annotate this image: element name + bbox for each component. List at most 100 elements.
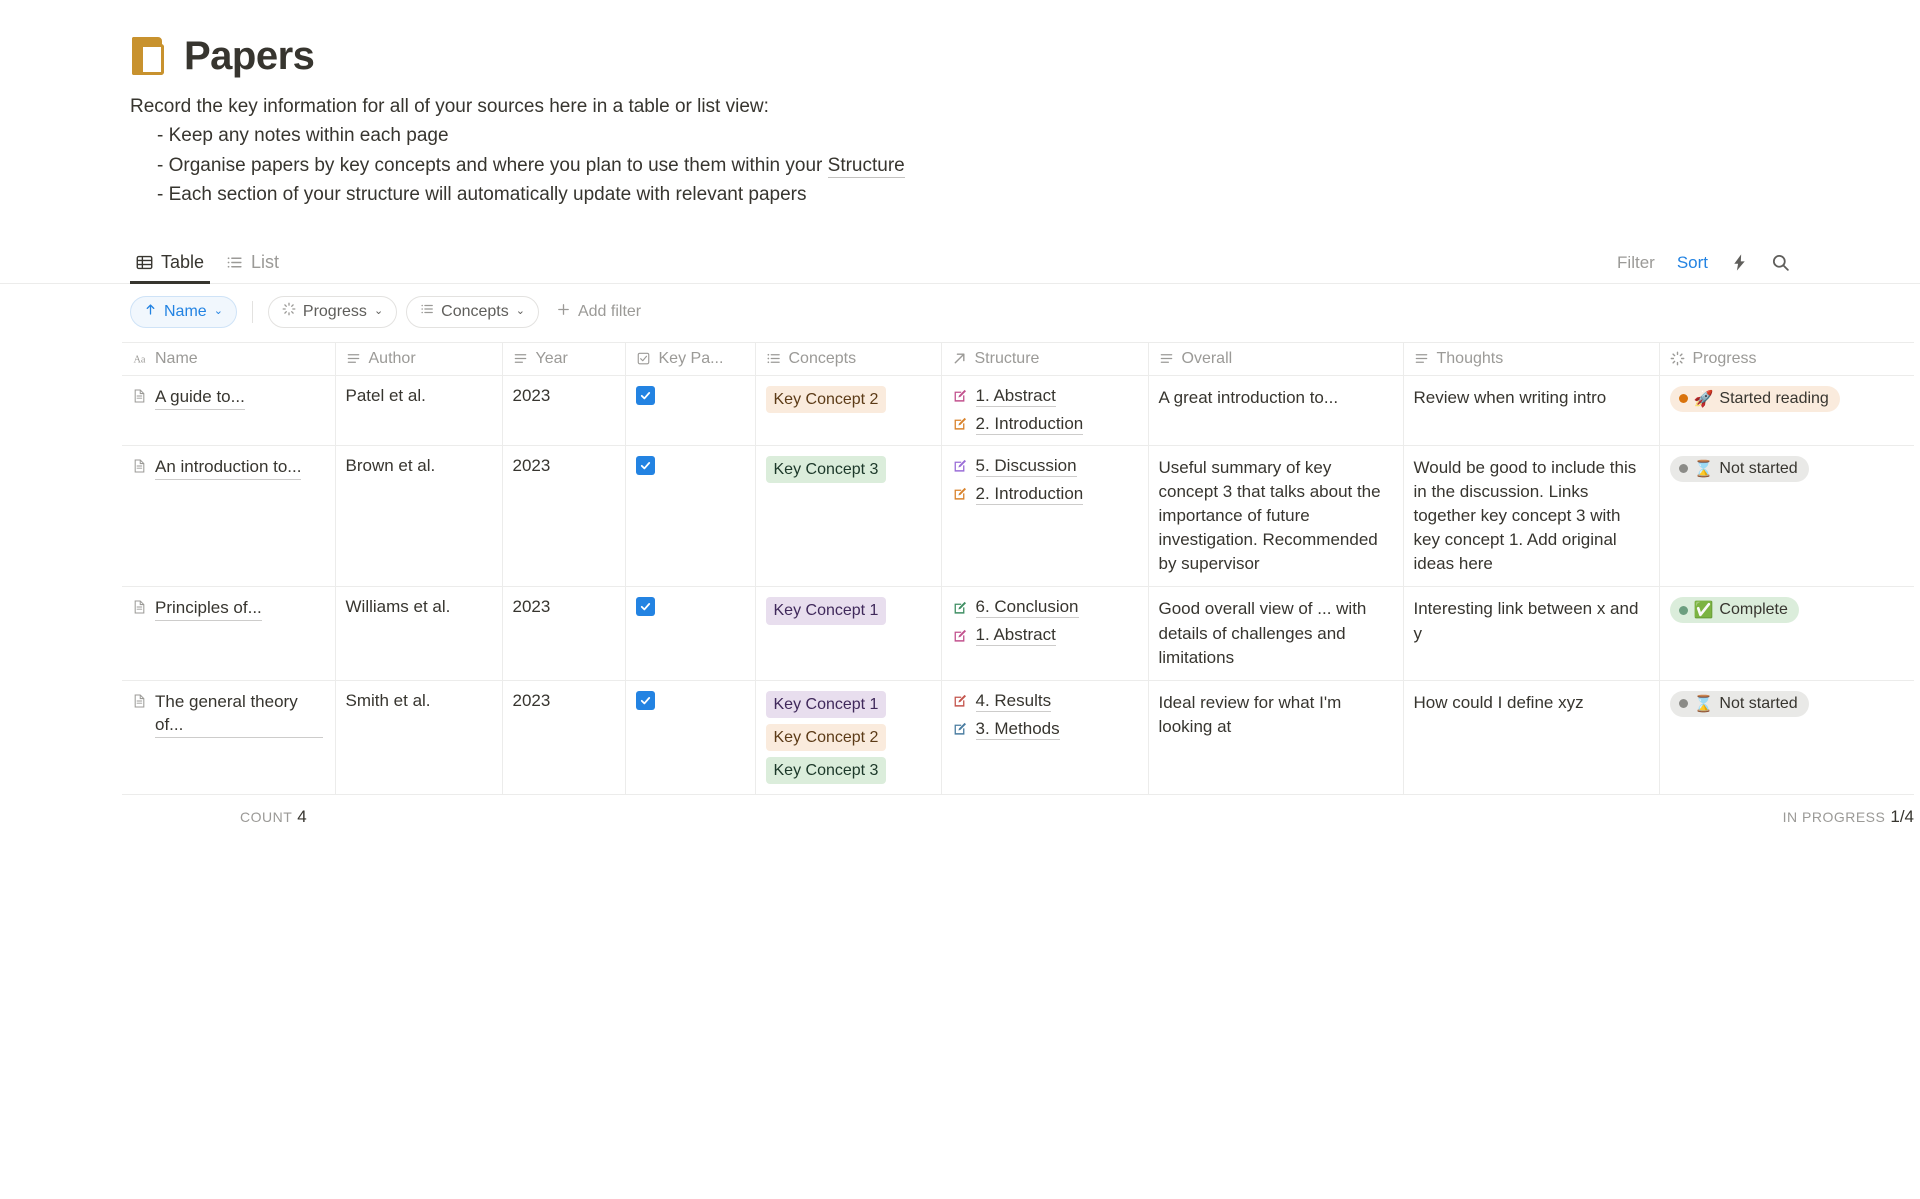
- cell-thoughts[interactable]: How could I define xyz: [1403, 680, 1660, 796]
- table-body: A guide to... Patel et al. 2023 Key Concept…: [122, 375, 1914, 796]
- cell-progress[interactable]: ⌛ Not started: [1659, 680, 1914, 796]
- cell-year[interactable]: 2023: [502, 586, 626, 681]
- bullet-text: - Each section of your structure will au…: [157, 184, 807, 206]
- list-icon: [226, 254, 243, 271]
- in-progress-aggregate[interactable]: IN PROGRESS 1/4: [1783, 807, 1914, 827]
- structure-relation-item[interactable]: 2. Introduction: [952, 484, 1136, 505]
- overall-text: Good overall view of ... with details of…: [1158, 599, 1367, 667]
- filter-chip-progress[interactable]: Progress ⌄: [267, 295, 398, 328]
- cell-thoughts[interactable]: Review when writing intro: [1403, 375, 1660, 446]
- cell-concepts[interactable]: Key Concept 3: [755, 445, 942, 588]
- cell-author[interactable]: Williams et al.: [335, 586, 503, 681]
- cell-thoughts[interactable]: Interesting link between x and y: [1403, 586, 1660, 681]
- filter-chip-concepts[interactable]: Concepts ⌄: [406, 295, 539, 328]
- page-name-link[interactable]: An introduction to...: [155, 456, 302, 480]
- structure-relation-label[interactable]: 6. Conclusion: [975, 597, 1079, 619]
- structure-relation-label[interactable]: 2. Introduction: [975, 484, 1084, 505]
- cell-concepts[interactable]: Key Concept 1: [755, 586, 942, 681]
- cell-progress[interactable]: ⌛ Not started: [1659, 445, 1914, 588]
- cell-overall[interactable]: Good overall view of ... with details of…: [1148, 586, 1404, 681]
- cell-structure[interactable]: 5. Discussion 2. Introduction: [941, 445, 1149, 588]
- add-filter-button[interactable]: Add filter: [548, 302, 649, 322]
- structure-relation-label[interactable]: 2. Introduction: [975, 414, 1084, 435]
- column-header-label: Key Pa...: [658, 349, 724, 367]
- cell-year[interactable]: 2023: [502, 375, 626, 446]
- search-icon[interactable]: [1771, 253, 1790, 272]
- cell-author[interactable]: Patel et al.: [335, 375, 503, 446]
- checkbox-checked-icon[interactable]: [635, 597, 655, 617]
- cell-overall[interactable]: A great introduction to...: [1148, 375, 1404, 446]
- structure-relation-item[interactable]: 2. Introduction: [952, 414, 1136, 435]
- table-row[interactable]: A guide to... Patel et al. 2023 Key Concept…: [122, 375, 1914, 446]
- column-header-overall[interactable]: Overall: [1148, 341, 1404, 376]
- cell-overall[interactable]: Useful summary of key concept 3 that tal…: [1148, 445, 1404, 588]
- structure-relation-item[interactable]: 1. Abstract: [952, 386, 1136, 407]
- in-progress-label: IN PROGRESS: [1782, 809, 1886, 826]
- column-header-progress[interactable]: Progress: [1659, 341, 1914, 376]
- structure-relation-item[interactable]: 5. Discussion: [952, 456, 1136, 477]
- tab-list-label: List: [251, 251, 280, 272]
- structure-relation-item[interactable]: 6. Conclusion: [952, 597, 1136, 619]
- cell-name[interactable]: A guide to...: [122, 375, 336, 446]
- cell-key-paper[interactable]: [625, 375, 756, 446]
- structure-relation-label[interactable]: 4. Results: [975, 691, 1052, 712]
- page-name-link[interactable]: The general theory of...: [155, 691, 323, 738]
- cell-year[interactable]: 2023: [502, 680, 626, 796]
- sort-chip-name[interactable]: Name ⌄: [130, 295, 237, 328]
- checkbox-checked-icon[interactable]: [635, 455, 655, 475]
- column-header-name[interactable]: Aa Name: [122, 341, 336, 376]
- structure-relation-label[interactable]: 5. Discussion: [975, 456, 1077, 477]
- structure-relation-label[interactable]: 3. Methods: [975, 719, 1060, 740]
- column-header-label: Progress: [1692, 349, 1757, 367]
- document-icon: [132, 458, 147, 474]
- cell-key-paper[interactable]: [625, 445, 756, 588]
- cell-concepts[interactable]: Key Concept 1 Key Concept 2 Key Concept 3: [755, 680, 942, 796]
- filter-button[interactable]: Filter: [1617, 253, 1655, 273]
- column-header-structure[interactable]: Structure: [941, 341, 1149, 376]
- cell-progress[interactable]: 🚀 Started reading: [1659, 375, 1914, 446]
- tab-table[interactable]: Table: [130, 248, 211, 284]
- cell-progress[interactable]: ✅ Complete: [1659, 586, 1914, 681]
- structure-relation-label[interactable]: 1. Abstract: [975, 625, 1056, 647]
- cell-name[interactable]: An introduction to...: [122, 445, 336, 588]
- column-header-label: Name: [155, 349, 198, 367]
- table-row[interactable]: An introduction to... Brown et al. 2023 Key…: [122, 445, 1914, 588]
- table-row[interactable]: Principles of... Williams et al. 2023 Key C…: [122, 586, 1914, 681]
- checkbox-checked-icon[interactable]: [635, 690, 655, 710]
- page-name-link[interactable]: A guide to...: [155, 386, 245, 410]
- checkbox-checked-icon[interactable]: [635, 385, 655, 405]
- filter-chip-concepts-label: Concepts: [441, 302, 509, 320]
- column-header-key-pa[interactable]: Key Pa...: [625, 341, 756, 376]
- structure-relation-item[interactable]: 4. Results: [952, 691, 1136, 712]
- cell-key-paper[interactable]: [625, 586, 756, 681]
- tab-list[interactable]: List: [220, 248, 285, 283]
- cell-overall[interactable]: Ideal review for what I'm looking at: [1148, 680, 1404, 796]
- cell-structure[interactable]: 6. Conclusion 1. Abstract: [941, 586, 1149, 681]
- in-progress-value: 1/4: [1890, 807, 1914, 827]
- cell-name[interactable]: Principles of...: [122, 586, 336, 681]
- cell-thoughts[interactable]: Would be good to include this in the dis…: [1403, 445, 1660, 588]
- column-header-thoughts[interactable]: Thoughts: [1403, 341, 1660, 376]
- column-header-author[interactable]: Author: [335, 341, 503, 376]
- column-header-year[interactable]: Year: [502, 341, 626, 376]
- count-aggregate[interactable]: COUNT 4: [122, 807, 307, 827]
- table-row[interactable]: The general theory of... Smith et al. 2023…: [122, 680, 1914, 796]
- cell-author[interactable]: Smith et al.: [335, 680, 503, 796]
- cell-structure[interactable]: 1. Abstract 2. Introduction: [941, 375, 1149, 446]
- structure-relation-item[interactable]: 3. Methods: [952, 719, 1136, 740]
- cell-structure[interactable]: 4. Results 3. Methods: [941, 680, 1149, 796]
- cell-name[interactable]: The general theory of...: [122, 680, 336, 796]
- lightning-bolt-icon[interactable]: [1730, 253, 1749, 272]
- cell-year[interactable]: 2023: [502, 445, 626, 588]
- page-name-link[interactable]: Principles of...: [155, 597, 262, 622]
- cell-concepts[interactable]: Key Concept 2: [755, 375, 942, 446]
- structure-link[interactable]: Structure: [827, 154, 905, 178]
- cell-key-paper[interactable]: [625, 680, 756, 796]
- cell-author[interactable]: Brown et al.: [335, 445, 503, 588]
- sort-button[interactable]: Sort: [1677, 253, 1708, 273]
- column-header-label: Concepts: [788, 349, 857, 367]
- column-header-concepts[interactable]: Concepts: [755, 341, 942, 376]
- structure-relation-label[interactable]: 1. Abstract: [975, 386, 1056, 407]
- structure-relation-item[interactable]: 1. Abstract: [952, 625, 1136, 647]
- checkbox-icon: [636, 351, 651, 366]
